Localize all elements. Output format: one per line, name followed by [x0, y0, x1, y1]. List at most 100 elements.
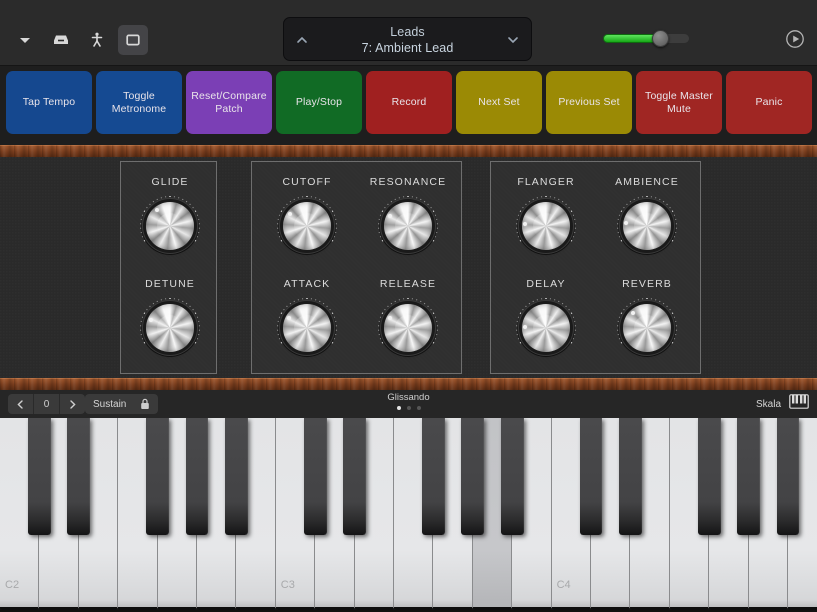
knob-control[interactable]: AMBIENCE [598, 176, 696, 257]
settings-circle-icon[interactable] [784, 28, 806, 50]
octave-label: C3 [280, 579, 295, 591]
piano-black-key[interactable] [422, 418, 445, 535]
knob-control[interactable]: FLANGER [497, 176, 595, 257]
knob-label: ATTACK [283, 278, 331, 290]
knob-indicator-dot [630, 310, 635, 315]
knob-cap [522, 202, 570, 250]
master-volume-slider[interactable] [603, 30, 689, 47]
knob-cap [522, 304, 570, 352]
piano-black-key[interactable] [500, 418, 524, 535]
keyboard-icon[interactable] [789, 394, 809, 414]
knob-label: GLIDE [151, 176, 189, 188]
knob-group-filter-envelope: CUTOFF RESONANCE ATTACK RELEASE [251, 161, 462, 374]
knob-dial[interactable] [276, 297, 338, 359]
piano-black-key[interactable] [146, 418, 170, 535]
glissando-page-indicator[interactable] [396, 406, 421, 410]
glissando-dot[interactable] [396, 406, 401, 410]
knob-label: FLANGER [517, 176, 575, 188]
knob-cap [384, 202, 432, 250]
piano-black-key[interactable] [303, 418, 327, 535]
knob-control[interactable]: DETUNE [121, 278, 219, 359]
octave-label: C4 [556, 579, 571, 591]
pad-button[interactable]: Toggle Metronome [96, 71, 182, 134]
knob-dial[interactable] [515, 195, 577, 257]
knob-dial[interactable] [377, 195, 439, 257]
knob-panel-area: GLIDE DETUNE CUTOFF RESONANCE ATTACK RELEASE… [0, 157, 817, 378]
knob-dial[interactable] [139, 195, 201, 257]
knob-control[interactable]: DELAY [497, 278, 595, 359]
knob-control[interactable]: RELEASE [359, 278, 457, 359]
keyboard-toolbar: 0 Sustain Glissando Skala [0, 390, 817, 418]
pad-button[interactable]: Panic [726, 71, 812, 134]
patch-prev-button[interactable] [286, 18, 318, 62]
knob-dial[interactable] [377, 297, 439, 359]
chevron-down-icon[interactable] [10, 25, 40, 55]
knob-control[interactable]: CUTOFF [258, 176, 356, 257]
piano-black-key[interactable] [185, 418, 209, 535]
window-icon[interactable] [118, 25, 148, 55]
knob-cap [283, 202, 331, 250]
knob-label: DETUNE [145, 278, 195, 290]
glissando-label: Glissando [387, 392, 430, 403]
knob-dial[interactable] [616, 297, 678, 359]
inbox-icon[interactable] [46, 25, 76, 55]
pad-button[interactable]: Play/Stop [276, 71, 362, 134]
knob-dial[interactable] [515, 297, 577, 359]
wood-trim-top [0, 145, 817, 157]
knob-label: AMBIENCE [615, 176, 679, 188]
wood-trim-bottom [0, 378, 817, 390]
knob-dial[interactable] [616, 195, 678, 257]
patch-next-button[interactable] [497, 18, 529, 62]
knob-label: REVERB [622, 278, 672, 290]
knob-control[interactable]: REVERB [598, 278, 696, 359]
octave-label: C2 [5, 579, 20, 591]
knob-label: CUTOFF [282, 176, 332, 188]
piano-black-key[interactable] [619, 418, 642, 535]
patch-category: Leads [390, 24, 425, 39]
piano-black-key[interactable] [697, 418, 721, 535]
glissando-dot[interactable] [406, 406, 411, 410]
pad-button[interactable]: Previous Set [546, 71, 632, 134]
glissando-dot[interactable] [416, 406, 421, 410]
top-toolbar: Leads 7: Ambient Lead [0, 0, 817, 66]
pad-button[interactable]: Toggle Master Mute [636, 71, 722, 134]
piano-black-key[interactable] [776, 418, 800, 535]
knob-group-effects: FLANGER AMBIENCE DELAY REVERB [490, 161, 701, 374]
piano-black-key[interactable] [225, 418, 248, 535]
piano-black-key[interactable] [28, 418, 51, 535]
knob-label: DELAY [526, 278, 566, 290]
pad-button[interactable]: Tap Tempo [6, 71, 92, 134]
piano-keyboard[interactable]: C2 C3 C4 [0, 418, 817, 612]
knob-label: RELEASE [379, 278, 437, 290]
knob-cap [283, 304, 331, 352]
knob-label: RESONANCE [369, 176, 447, 188]
knob-control[interactable]: RESONANCE [359, 176, 457, 257]
knob-group-oscillator: GLIDE DETUNE [120, 161, 217, 374]
volume-fill [603, 34, 658, 43]
pad-button[interactable]: Reset/Compare Patch [186, 71, 272, 134]
knob-indicator-dot [148, 318, 153, 323]
pad-button[interactable]: Next Set [456, 71, 542, 134]
knob-dial[interactable] [276, 195, 338, 257]
knob-cap [146, 304, 194, 352]
performance-pad-strip: Tap Tempo Toggle Metronome Reset/Compare P… [0, 66, 817, 204]
piano-black-key[interactable] [579, 418, 603, 535]
patch-name: 7: Ambient Lead [361, 40, 454, 55]
knob-control[interactable]: ATTACK [258, 278, 356, 359]
volume-knob[interactable] [652, 30, 670, 47]
piano-black-key[interactable] [67, 418, 91, 535]
knob-control[interactable]: GLIDE [121, 176, 219, 257]
patch-selector[interactable]: Leads 7: Ambient Lead [283, 17, 532, 61]
scale-control[interactable]: Skala [756, 394, 809, 414]
knob-indicator-dot [155, 207, 160, 212]
patch-text: Leads 7: Ambient Lead [318, 18, 497, 62]
pad-button[interactable]: Record [366, 71, 452, 134]
person-icon[interactable] [82, 25, 112, 55]
knob-dial[interactable] [139, 297, 201, 359]
knob-cap [146, 202, 194, 250]
glissando-control[interactable]: Glissando [0, 392, 817, 410]
piano-black-key[interactable] [461, 418, 485, 535]
piano-black-key[interactable] [343, 418, 367, 535]
piano-black-key[interactable] [737, 418, 761, 535]
knob-cap [623, 202, 671, 250]
